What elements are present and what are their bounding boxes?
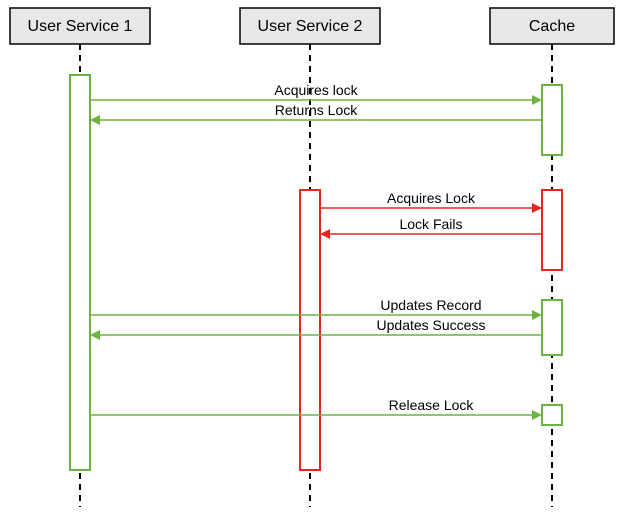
participant-label: User Service 1 bbox=[28, 18, 133, 35]
arrowhead-icon bbox=[532, 95, 542, 105]
arrowhead-icon bbox=[90, 330, 100, 340]
arrowhead-icon bbox=[532, 410, 542, 420]
message-label: Updates Record bbox=[380, 297, 481, 313]
arrowhead-icon bbox=[532, 203, 542, 213]
activation-user-service-2 bbox=[300, 190, 320, 470]
message-label: Returns Lock bbox=[275, 102, 358, 118]
arrowhead-icon bbox=[532, 310, 542, 320]
arrowhead-icon bbox=[90, 115, 100, 125]
message-label: Lock Fails bbox=[399, 216, 462, 232]
message-label: Release Lock bbox=[389, 397, 475, 413]
participant-label: Cache bbox=[529, 18, 575, 35]
arrowhead-icon bbox=[320, 229, 330, 239]
activation-user-service-1 bbox=[70, 75, 90, 470]
message-label: Updates Success bbox=[377, 317, 486, 333]
sequence-diagram: User Service 1 User Service 2 Cache Acqu… bbox=[0, 0, 624, 517]
activation-cache-3 bbox=[542, 300, 562, 355]
message-label: Acquires Lock bbox=[387, 190, 476, 206]
activation-cache-2 bbox=[542, 190, 562, 270]
participant-label: User Service 2 bbox=[258, 18, 363, 35]
activation-cache-1 bbox=[542, 85, 562, 155]
activation-cache-4 bbox=[542, 405, 562, 425]
message-label: Acquires lock bbox=[274, 82, 358, 98]
